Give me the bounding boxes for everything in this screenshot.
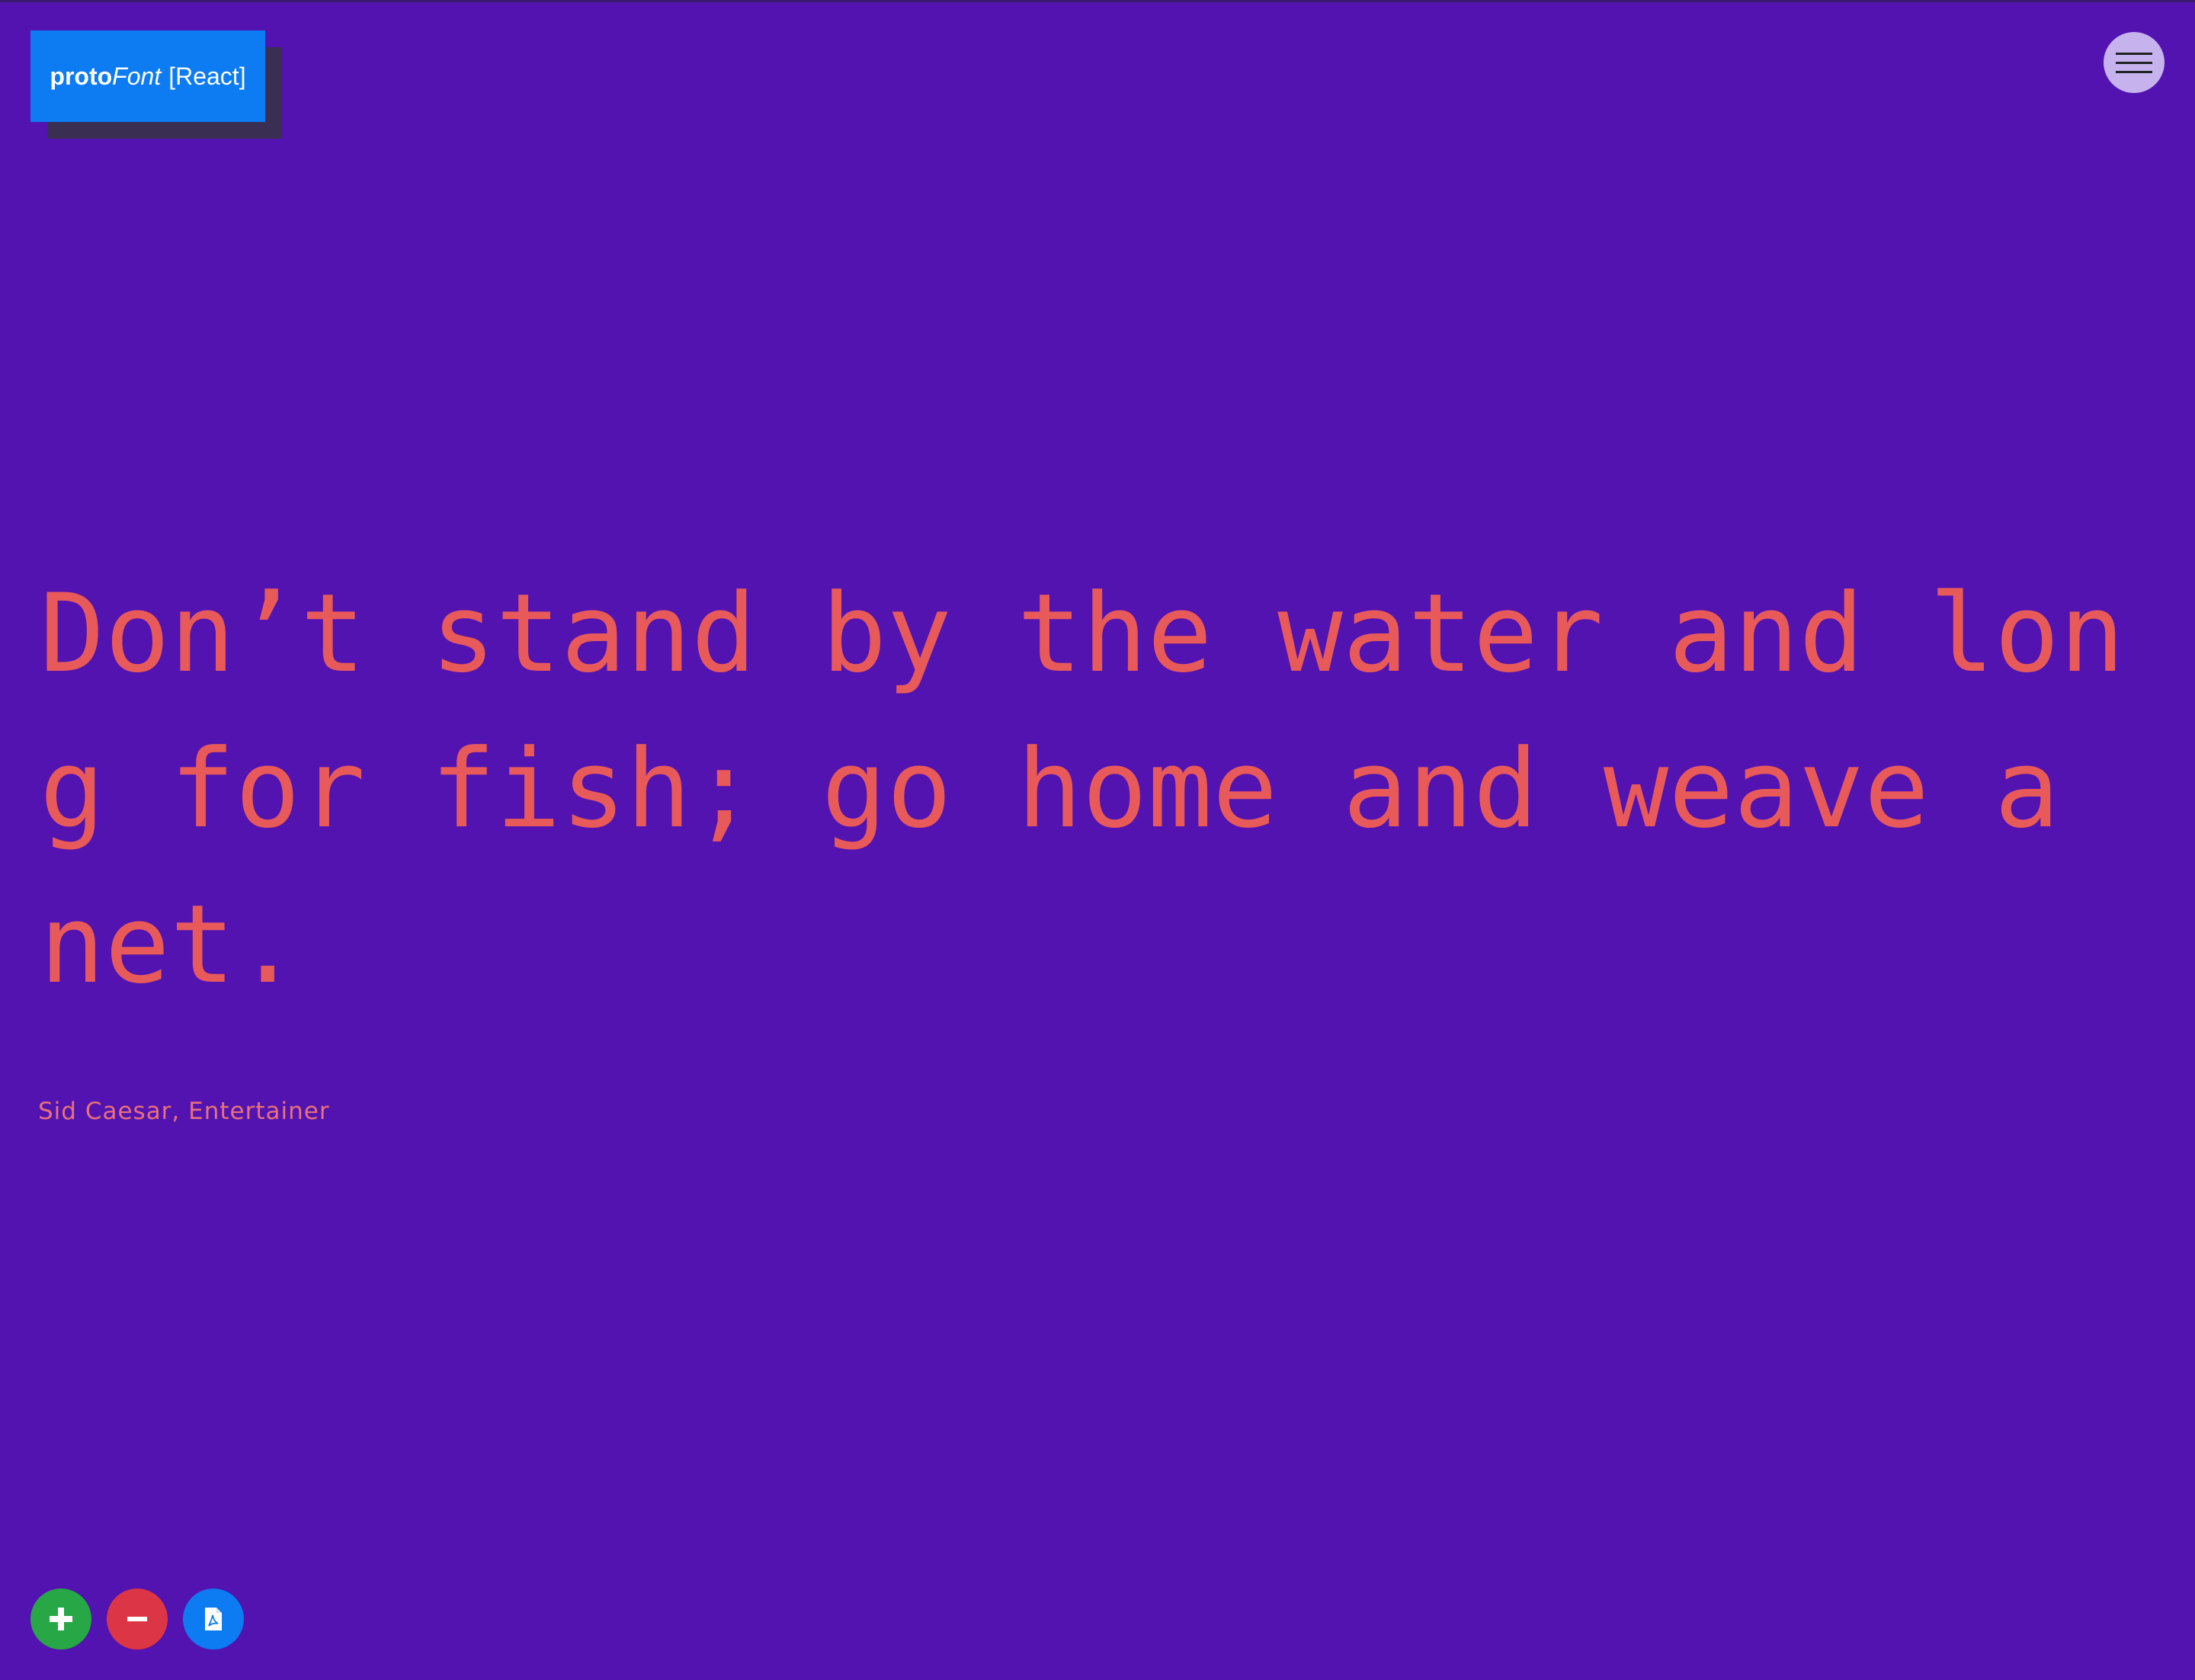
quote-author: Sid Caesar, Entertainer	[38, 1098, 330, 1125]
plus-icon	[50, 1608, 72, 1630]
decrease-size-button[interactable]	[107, 1589, 168, 1650]
logo-framework-text: [React]	[168, 62, 246, 90]
hamburger-icon-bar	[2116, 61, 2152, 64]
pdf-file-icon	[205, 1608, 222, 1630]
menu-button[interactable]	[2104, 32, 2165, 93]
logo-proto-text: proto	[50, 62, 113, 90]
hamburger-icon	[2116, 52, 2152, 55]
minus-icon	[127, 1617, 147, 1621]
logo-font-text: Font	[112, 62, 162, 90]
export-pdf-button[interactable]	[183, 1589, 244, 1650]
hamburger-icon-bar	[2116, 70, 2152, 73]
app-logo[interactable]: proto Font [React]	[30, 30, 265, 122]
top-border	[0, 0, 2195, 2]
quote-text: Don’t stand by the water and long for fi…	[40, 571, 2125, 1008]
increase-size-button[interactable]	[30, 1589, 91, 1650]
